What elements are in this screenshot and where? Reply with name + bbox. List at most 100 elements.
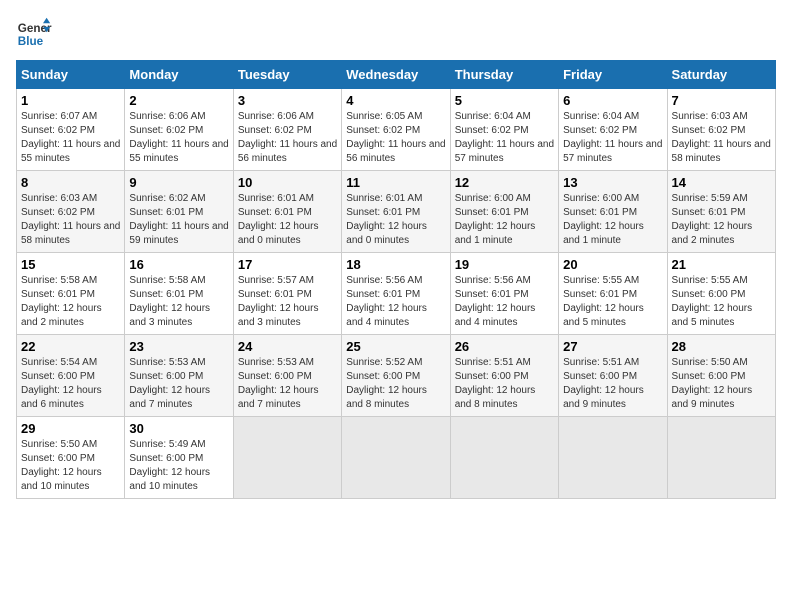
day-number: 21: [672, 257, 771, 272]
calendar-cell: 28 Sunrise: 5:50 AMSunset: 6:00 PMDaylig…: [667, 335, 775, 417]
day-number: 20: [563, 257, 662, 272]
calendar-cell: 29 Sunrise: 5:50 AMSunset: 6:00 PMDaylig…: [17, 417, 125, 499]
day-info: Sunrise: 6:04 AMSunset: 6:02 PMDaylight:…: [563, 110, 662, 166]
day-info: Sunrise: 5:59 AMSunset: 6:01 PMDaylight:…: [672, 192, 771, 248]
calendar-cell: 24 Sunrise: 5:53 AMSunset: 6:00 PMDaylig…: [233, 335, 341, 417]
day-info: Sunrise: 6:00 AMSunset: 6:01 PMDaylight:…: [563, 192, 662, 248]
day-number: 26: [455, 339, 554, 354]
day-number: 4: [346, 93, 445, 108]
day-number: 9: [129, 175, 228, 190]
day-info: Sunrise: 5:57 AMSunset: 6:01 PMDaylight:…: [238, 274, 337, 330]
day-number: 8: [21, 175, 120, 190]
calendar-cell: 8 Sunrise: 6:03 AMSunset: 6:02 PMDayligh…: [17, 171, 125, 253]
day-info: Sunrise: 6:05 AMSunset: 6:02 PMDaylight:…: [346, 110, 445, 166]
calendar-cell: 27 Sunrise: 5:51 AMSunset: 6:00 PMDaylig…: [559, 335, 667, 417]
day-number: 2: [129, 93, 228, 108]
day-number: 12: [455, 175, 554, 190]
header-tuesday: Tuesday: [233, 61, 341, 89]
day-info: Sunrise: 5:53 AMSunset: 6:00 PMDaylight:…: [129, 356, 228, 412]
calendar-week-5: 29 Sunrise: 5:50 AMSunset: 6:00 PMDaylig…: [17, 417, 776, 499]
day-info: Sunrise: 5:55 AMSunset: 6:01 PMDaylight:…: [563, 274, 662, 330]
calendar-cell: 2 Sunrise: 6:06 AMSunset: 6:02 PMDayligh…: [125, 89, 233, 171]
calendar-cell: 19 Sunrise: 5:56 AMSunset: 6:01 PMDaylig…: [450, 253, 558, 335]
day-number: 17: [238, 257, 337, 272]
calendar-cell: [233, 417, 341, 499]
calendar-cell: 5 Sunrise: 6:04 AMSunset: 6:02 PMDayligh…: [450, 89, 558, 171]
day-info: Sunrise: 6:01 AMSunset: 6:01 PMDaylight:…: [238, 192, 337, 248]
day-number: 25: [346, 339, 445, 354]
day-number: 3: [238, 93, 337, 108]
day-number: 28: [672, 339, 771, 354]
calendar-cell: 30 Sunrise: 5:49 AMSunset: 6:00 PMDaylig…: [125, 417, 233, 499]
calendar-header-row: SundayMondayTuesdayWednesdayThursdayFrid…: [17, 61, 776, 89]
day-number: 5: [455, 93, 554, 108]
day-number: 16: [129, 257, 228, 272]
calendar-cell: 11 Sunrise: 6:01 AMSunset: 6:01 PMDaylig…: [342, 171, 450, 253]
calendar-cell: 6 Sunrise: 6:04 AMSunset: 6:02 PMDayligh…: [559, 89, 667, 171]
day-info: Sunrise: 5:51 AMSunset: 6:00 PMDaylight:…: [455, 356, 554, 412]
calendar-cell: 14 Sunrise: 5:59 AMSunset: 6:01 PMDaylig…: [667, 171, 775, 253]
logo: General Blue: [16, 16, 52, 52]
day-info: Sunrise: 6:06 AMSunset: 6:02 PMDaylight:…: [129, 110, 228, 166]
day-number: 6: [563, 93, 662, 108]
calendar-cell: 4 Sunrise: 6:05 AMSunset: 6:02 PMDayligh…: [342, 89, 450, 171]
day-info: Sunrise: 5:51 AMSunset: 6:00 PMDaylight:…: [563, 356, 662, 412]
day-number: 23: [129, 339, 228, 354]
calendar-cell: [559, 417, 667, 499]
day-info: Sunrise: 6:03 AMSunset: 6:02 PMDaylight:…: [21, 192, 120, 248]
calendar-cell: 15 Sunrise: 5:58 AMSunset: 6:01 PMDaylig…: [17, 253, 125, 335]
day-number: 30: [129, 421, 228, 436]
calendar-cell: 1 Sunrise: 6:07 AMSunset: 6:02 PMDayligh…: [17, 89, 125, 171]
calendar-cell: 7 Sunrise: 6:03 AMSunset: 6:02 PMDayligh…: [667, 89, 775, 171]
svg-text:Blue: Blue: [18, 35, 44, 48]
day-info: Sunrise: 5:53 AMSunset: 6:00 PMDaylight:…: [238, 356, 337, 412]
logo-icon: General Blue: [16, 16, 52, 52]
calendar-cell: 26 Sunrise: 5:51 AMSunset: 6:00 PMDaylig…: [450, 335, 558, 417]
header-sunday: Sunday: [17, 61, 125, 89]
day-info: Sunrise: 6:02 AMSunset: 6:01 PMDaylight:…: [129, 192, 228, 248]
header-friday: Friday: [559, 61, 667, 89]
day-info: Sunrise: 6:06 AMSunset: 6:02 PMDaylight:…: [238, 110, 337, 166]
calendar-week-4: 22 Sunrise: 5:54 AMSunset: 6:00 PMDaylig…: [17, 335, 776, 417]
day-number: 13: [563, 175, 662, 190]
day-info: Sunrise: 5:52 AMSunset: 6:00 PMDaylight:…: [346, 356, 445, 412]
calendar-cell: 13 Sunrise: 6:00 AMSunset: 6:01 PMDaylig…: [559, 171, 667, 253]
header-monday: Monday: [125, 61, 233, 89]
calendar-cell: 25 Sunrise: 5:52 AMSunset: 6:00 PMDaylig…: [342, 335, 450, 417]
header-wednesday: Wednesday: [342, 61, 450, 89]
day-number: 18: [346, 257, 445, 272]
day-number: 24: [238, 339, 337, 354]
day-info: Sunrise: 6:01 AMSunset: 6:01 PMDaylight:…: [346, 192, 445, 248]
calendar-cell: [667, 417, 775, 499]
day-number: 14: [672, 175, 771, 190]
day-number: 10: [238, 175, 337, 190]
calendar-cell: 21 Sunrise: 5:55 AMSunset: 6:00 PMDaylig…: [667, 253, 775, 335]
calendar-cell: 9 Sunrise: 6:02 AMSunset: 6:01 PMDayligh…: [125, 171, 233, 253]
day-number: 22: [21, 339, 120, 354]
calendar-cell: [342, 417, 450, 499]
day-info: Sunrise: 5:56 AMSunset: 6:01 PMDaylight:…: [346, 274, 445, 330]
page-header: General Blue: [16, 16, 776, 52]
day-number: 7: [672, 93, 771, 108]
day-number: 27: [563, 339, 662, 354]
day-number: 29: [21, 421, 120, 436]
day-info: Sunrise: 5:54 AMSunset: 6:00 PMDaylight:…: [21, 356, 120, 412]
day-info: Sunrise: 5:50 AMSunset: 6:00 PMDaylight:…: [21, 438, 120, 494]
day-number: 11: [346, 175, 445, 190]
day-info: Sunrise: 5:55 AMSunset: 6:00 PMDaylight:…: [672, 274, 771, 330]
calendar-cell: 18 Sunrise: 5:56 AMSunset: 6:01 PMDaylig…: [342, 253, 450, 335]
calendar-week-3: 15 Sunrise: 5:58 AMSunset: 6:01 PMDaylig…: [17, 253, 776, 335]
day-info: Sunrise: 5:56 AMSunset: 6:01 PMDaylight:…: [455, 274, 554, 330]
calendar-cell: 10 Sunrise: 6:01 AMSunset: 6:01 PMDaylig…: [233, 171, 341, 253]
day-info: Sunrise: 5:58 AMSunset: 6:01 PMDaylight:…: [129, 274, 228, 330]
header-thursday: Thursday: [450, 61, 558, 89]
calendar-cell: 17 Sunrise: 5:57 AMSunset: 6:01 PMDaylig…: [233, 253, 341, 335]
day-info: Sunrise: 6:07 AMSunset: 6:02 PMDaylight:…: [21, 110, 120, 166]
calendar-week-1: 1 Sunrise: 6:07 AMSunset: 6:02 PMDayligh…: [17, 89, 776, 171]
day-number: 19: [455, 257, 554, 272]
day-number: 1: [21, 93, 120, 108]
day-info: Sunrise: 6:03 AMSunset: 6:02 PMDaylight:…: [672, 110, 771, 166]
header-saturday: Saturday: [667, 61, 775, 89]
day-info: Sunrise: 5:49 AMSunset: 6:00 PMDaylight:…: [129, 438, 228, 494]
day-info: Sunrise: 5:58 AMSunset: 6:01 PMDaylight:…: [21, 274, 120, 330]
